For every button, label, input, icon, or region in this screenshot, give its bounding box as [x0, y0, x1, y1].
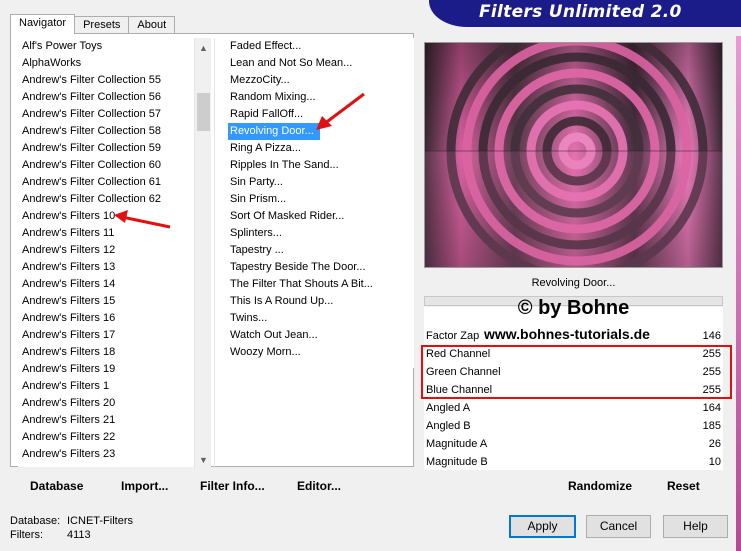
filter-item[interactable]: Sort Of Masked Rider...: [226, 208, 414, 225]
category-item[interactable]: Andrew's Filters 14: [18, 276, 194, 293]
category-item[interactable]: AlphaWorks: [18, 55, 194, 72]
param-row[interactable]: Magnitude A 26: [424, 435, 723, 453]
help-button[interactable]: Help: [663, 515, 728, 538]
reset-button[interactable]: Reset: [667, 479, 700, 493]
category-item[interactable]: Andrew's Filters 22: [18, 429, 194, 446]
category-item[interactable]: Andrew's Filters 1: [18, 378, 194, 395]
tab-about[interactable]: About: [128, 16, 176, 34]
scroll-thumb[interactable]: [197, 93, 210, 131]
background-edge: [736, 36, 741, 551]
category-item[interactable]: Andrew's Filter Collection 57: [18, 106, 194, 123]
arrow-annotation-icon: [114, 210, 171, 229]
filter-item[interactable]: Sin Party...: [226, 174, 414, 191]
list-divider: [214, 38, 215, 468]
status-database-value: ICNET-Filters: [67, 515, 133, 527]
param-name: Angled B: [426, 420, 471, 432]
category-item[interactable]: Andrew's Filter Collection 55: [18, 72, 194, 89]
database-button[interactable]: Database: [30, 479, 83, 493]
filter-item[interactable]: Faded Effect...: [226, 38, 414, 55]
filter-item[interactable]: Twins...: [226, 310, 414, 327]
filter-item[interactable]: Ring A Pizza...: [226, 140, 414, 157]
filter-item[interactable]: Ripples In The Sand...: [226, 157, 414, 174]
category-item[interactable]: Andrew's Filters 19: [18, 361, 194, 378]
category-item[interactable]: Andrew's Filters 16: [18, 310, 194, 327]
category-item[interactable]: Andrew's Filters 12: [18, 242, 194, 259]
status-filters-value: 4113: [67, 529, 91, 541]
filter-item-selected-label: Revolving Door...: [228, 123, 320, 140]
app-title-banner: Filters Unlimited 2.0: [429, 0, 741, 27]
param-toolbar: Randomize Reset: [424, 470, 723, 498]
filter-list[interactable]: Faded Effect... Lean and Not So Mean... Me…: [226, 38, 414, 368]
param-name: Angled A: [426, 402, 471, 414]
param-value: 26: [708, 438, 721, 450]
category-item[interactable]: Alf's Power Toys: [18, 38, 194, 55]
preview-image: [424, 42, 723, 268]
arrow-annotation-icon: [316, 92, 365, 130]
filter-item[interactable]: Sin Prism...: [226, 191, 414, 208]
filter-item[interactable]: Watch Out Jean...: [226, 327, 414, 344]
param-row[interactable]: Angled B 185: [424, 417, 723, 435]
watermark-copyright: © by Bohne: [517, 297, 630, 319]
scroll-up-icon[interactable]: ▲: [195, 40, 212, 57]
category-scrollbar[interactable]: ▲ ▼: [194, 38, 211, 468]
filter-item[interactable]: MezzoCity...: [226, 72, 414, 89]
param-name: Factor Zap: [426, 330, 480, 342]
filter-item[interactable]: Tapestry ...: [226, 242, 414, 259]
watermark-website: www.bohnes-tutorials.de: [484, 326, 650, 342]
param-name: Magnitude B: [426, 456, 488, 468]
list-toolbar: Database Import... Filter Info... Editor…: [10, 470, 414, 498]
annotation-highlight-box: [421, 345, 732, 399]
scroll-down-icon[interactable]: ▼: [195, 452, 212, 469]
category-item[interactable]: Andrew's Filter Collection 56: [18, 89, 194, 106]
category-item[interactable]: Andrew's Filter Collection 61: [18, 174, 194, 191]
preview-canvas: [425, 43, 722, 267]
filter-item[interactable]: Woozy Morn...: [226, 344, 414, 361]
cancel-button[interactable]: Cancel: [586, 515, 651, 538]
param-value: 10: [708, 456, 721, 468]
editor-button[interactable]: Editor...: [297, 479, 341, 493]
category-item[interactable]: Andrew's Filter Collection 58: [18, 123, 194, 140]
tab-presets[interactable]: Presets: [74, 16, 130, 34]
filter-item[interactable]: Lean and Not So Mean...: [226, 55, 414, 72]
filter-item[interactable]: The Filter That Shouts A Bit...: [226, 276, 414, 293]
status-database-label: Database:: [10, 515, 61, 527]
category-item[interactable]: Andrew's Filters 15: [18, 293, 194, 310]
filter-item[interactable]: Tapestry Beside The Door...: [226, 259, 414, 276]
category-item[interactable]: Andrew's Filters 20: [18, 395, 194, 412]
filter-item[interactable]: This Is A Round Up...: [226, 293, 414, 310]
tab-bar: Navigator Presets About: [10, 12, 176, 34]
filter-item[interactable]: Splinters...: [226, 225, 414, 242]
filter-info-button[interactable]: Filter Info...: [200, 479, 265, 493]
category-item[interactable]: Andrew's Filter Collection 59: [18, 140, 194, 157]
category-item[interactable]: Andrew's Filters 18: [18, 344, 194, 361]
param-row[interactable]: Magnitude B 10: [424, 453, 723, 471]
tab-navigator[interactable]: Navigator: [10, 14, 76, 34]
param-value: 146: [702, 330, 721, 342]
import-button[interactable]: Import...: [121, 479, 168, 493]
status-filters-label: Filters:: [10, 529, 43, 541]
category-item[interactable]: Andrew's Filters 21: [18, 412, 194, 429]
selected-filter-name: Revolving Door...: [424, 270, 723, 296]
apply-button[interactable]: Apply: [509, 515, 576, 538]
param-value: 185: [702, 420, 721, 432]
param-name: Magnitude A: [426, 438, 488, 450]
category-item[interactable]: Andrew's Filters 13: [18, 259, 194, 276]
category-item[interactable]: Andrew's Filters 17: [18, 327, 194, 344]
randomize-button[interactable]: Randomize: [568, 479, 632, 493]
param-row[interactable]: Angled A 164: [424, 399, 723, 417]
category-list[interactable]: Alf's Power Toys AlphaWorks Andrew's Filte…: [18, 38, 194, 467]
category-item[interactable]: Andrew's Filter Collection 60: [18, 157, 194, 174]
category-item[interactable]: Andrew's Filters 23: [18, 446, 194, 463]
param-value: 164: [702, 402, 721, 414]
